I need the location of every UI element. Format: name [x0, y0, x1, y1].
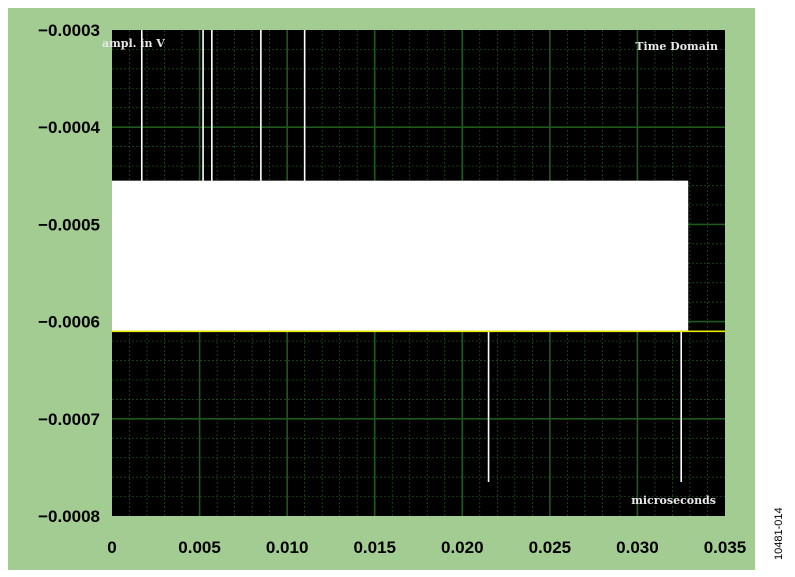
x-tick-label: 0.025: [529, 538, 572, 557]
figure-id: 10481-014: [773, 507, 785, 560]
signal-band: [112, 180, 689, 332]
x-tick-label: 0.030: [616, 538, 659, 557]
x-tick-label: 0.010: [266, 538, 309, 557]
x-tick-label: 0: [107, 538, 116, 557]
x-tick-label: 0.035: [704, 538, 747, 557]
y-tick-label: −0.0004: [38, 118, 100, 137]
x-axis-label: microseconds: [631, 494, 716, 507]
y-tick-label: −0.0006: [38, 313, 100, 332]
x-tick-label: 0.020: [441, 538, 484, 557]
chart: −0.0003 −0.0004 −0.0005 −0.0006 −0.0007 −0.00…: [8, 8, 785, 570]
chart-title: Time Domain: [635, 40, 718, 53]
y-tick-label: −0.0007: [38, 410, 100, 429]
y-tick-label: −0.0003: [38, 21, 100, 40]
y-tick-label: −0.0005: [38, 215, 100, 234]
y-tick-label: −0.0008: [38, 507, 100, 526]
x-tick-label: 0.015: [353, 538, 396, 557]
y-axis-label: ampl. in V: [102, 37, 165, 50]
x-tick-label: 0.005: [178, 538, 221, 557]
